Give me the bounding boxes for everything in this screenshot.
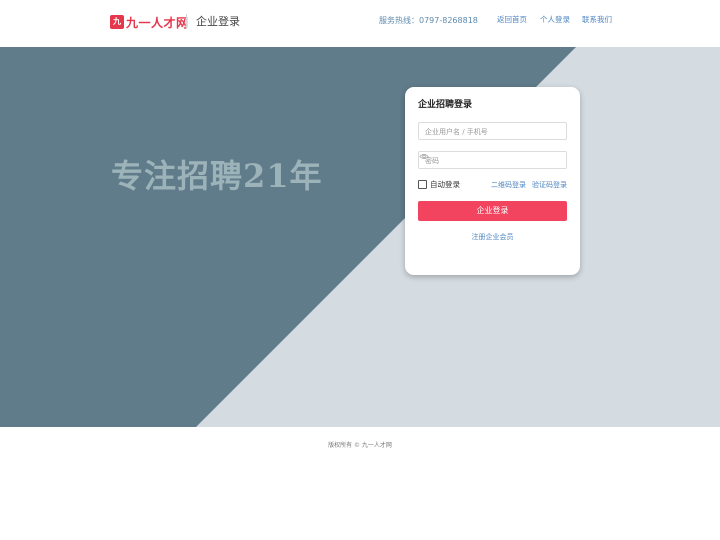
banner-slogan: 专注招聘21年 [111, 157, 323, 195]
header-divider [186, 14, 187, 29]
register-link-text[interactable]: 注册企业会员 [472, 233, 514, 241]
username-field[interactable]: 企业用户名 / 手机号 [418, 122, 567, 140]
qr-login-link[interactable]: 二维码登录 [491, 180, 526, 190]
site-logo[interactable]: 九一 九一人才网 [110, 14, 189, 40]
site-header: 九一 九一人才网 企业登录 服务热线：0797-8268818 返回首页 个人登… [0, 0, 720, 47]
register-link: 注册企业会员 [405, 232, 580, 242]
auto-login-label: 自动登录 [430, 180, 460, 189]
page-title: 企业登录 [196, 15, 240, 28]
logo-mark-icon: 九一 [110, 15, 124, 40]
auto-login-row[interactable]: 自动登录 [418, 179, 460, 190]
auto-login-checkbox[interactable] [418, 180, 427, 189]
username-placeholder: 企业用户名 / 手机号 [425, 128, 488, 136]
nav-personal-login-link[interactable]: 个人登录 [540, 14, 570, 26]
banner-background [0, 47, 576, 427]
code-login-link[interactable]: 验证码登录 [532, 180, 567, 190]
nav-home-link[interactable]: 返回首页 [497, 14, 527, 26]
hero-banner: 专注招聘21年 企业招聘登录 企业用户名 / 手机号 密码 自动登录 二维码登录… [0, 47, 720, 427]
password-field[interactable]: 密码 [418, 151, 567, 169]
login-submit-button[interactable]: 企业登录 [418, 201, 567, 221]
nav-contact-link[interactable]: 联系我们 [582, 14, 612, 26]
copyright-footer: 版权所有 © 九一人才网 [328, 442, 392, 449]
login-card: 企业招聘登录 企业用户名 / 手机号 密码 自动登录 二维码登录 验证码登录 企… [405, 87, 580, 275]
logo-text: 九一人才网 [126, 15, 189, 30]
eye-icon[interactable] [419, 152, 429, 161]
login-card-title: 企业招聘登录 [418, 100, 473, 110]
service-hotline: 服务热线：0797-8268818 [379, 16, 478, 25]
